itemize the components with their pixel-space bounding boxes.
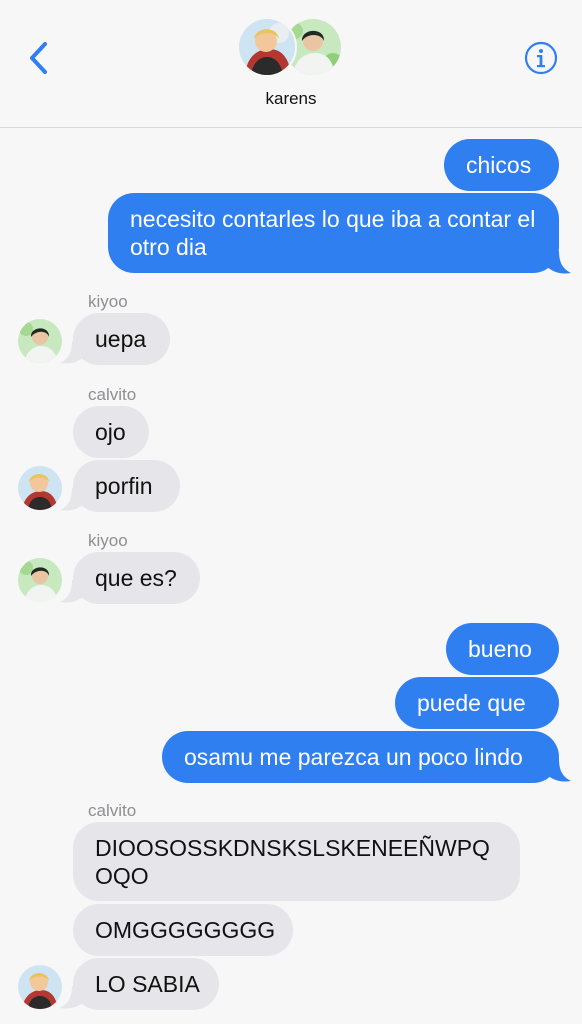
message-text: LO SABIA (95, 971, 200, 997)
message-text: bueno (468, 636, 532, 662)
message-bubble-incoming[interactable]: que es? (73, 552, 200, 604)
message-text: porfin (95, 473, 153, 499)
sender-name: calvito (88, 801, 137, 820)
message-bubble-outgoing[interactable]: necesito contarles lo que iba a contar e… (108, 193, 559, 273)
message-bubble-incoming[interactable]: porfin (73, 460, 180, 512)
group-avatar[interactable] (237, 17, 347, 79)
avatar-calvito[interactable] (18, 965, 62, 1009)
conversation-header: karens (0, 0, 582, 128)
message-bubble-incoming[interactable]: LO SABIA (73, 958, 219, 1010)
back-chevron-icon[interactable] (24, 38, 54, 78)
message-text: DIOOSOSSKDNSKSLSKENEEÑWPQOQO (95, 835, 490, 889)
avatar-kiyoo[interactable] (18, 558, 62, 602)
message-bubble-incoming[interactable]: DIOOSOSSKDNSKSLSKENEEÑWPQOQO (73, 822, 520, 901)
message-text: chicos (466, 152, 532, 178)
message-text: que es? (95, 565, 177, 591)
message-bubble-outgoing[interactable]: bueno (446, 623, 559, 675)
bubble-tail (545, 759, 571, 782)
message-bubble-outgoing[interactable]: puede que (395, 677, 559, 729)
message-text: ojo (95, 419, 126, 445)
avatar-calvito[interactable] (18, 466, 62, 510)
message-text: osamu me parezca un poco lindo (184, 744, 523, 770)
message-bubble-outgoing[interactable]: chicos (444, 139, 559, 191)
sender-name: calvito (88, 385, 137, 404)
info-icon[interactable] (524, 41, 558, 75)
message-bubble-outgoing[interactable]: osamu me parezca un poco lindo (162, 731, 559, 783)
message-text: puede que (417, 690, 526, 716)
message-text: OMGGGGGGGG (95, 917, 276, 943)
group-name[interactable]: karens (0, 89, 582, 109)
sender-name: kiyoo (88, 292, 128, 311)
avatar-kiyoo[interactable] (18, 319, 62, 363)
message-bubble-incoming[interactable]: uepa (73, 313, 170, 365)
avatar-calvito (237, 17, 297, 77)
message-text: necesito contarles lo que iba a contar e… (130, 206, 536, 260)
message-bubble-incoming[interactable]: ojo (73, 406, 149, 458)
message-text: uepa (95, 326, 147, 352)
sender-name: kiyoo (88, 531, 128, 550)
message-bubble-incoming[interactable]: OMGGGGGGGG (73, 904, 293, 956)
bubble-tail (545, 251, 571, 274)
